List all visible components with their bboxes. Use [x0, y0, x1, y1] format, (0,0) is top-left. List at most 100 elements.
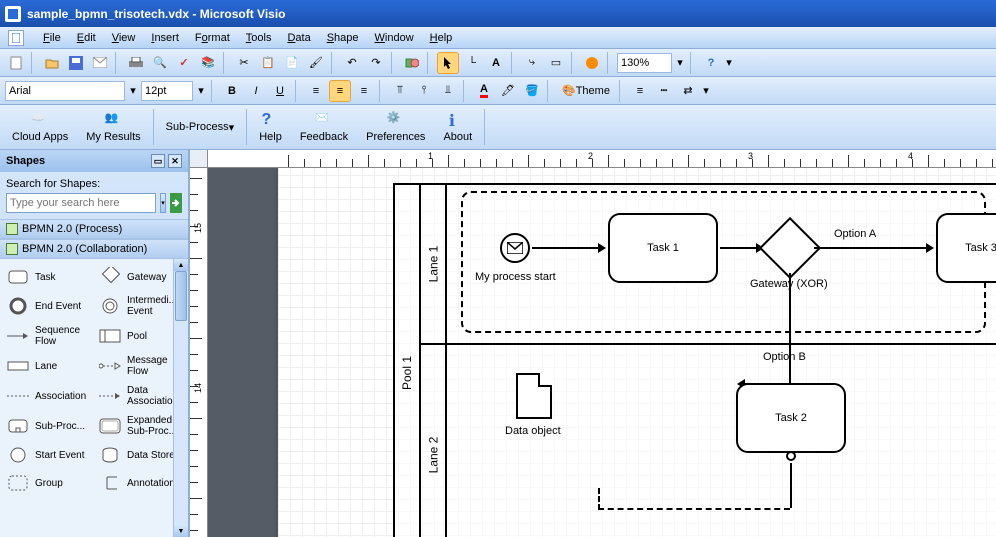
menu-file[interactable]: File	[36, 30, 68, 46]
sequence-flow-1[interactable]	[532, 247, 604, 249]
paste-button[interactable]: 📄	[281, 52, 303, 74]
zoom-select[interactable]	[617, 53, 672, 73]
align-left-button[interactable]: ≡	[305, 80, 327, 102]
shape-item[interactable]: End Event	[2, 291, 94, 321]
save-button[interactable]	[65, 52, 87, 74]
bpmn-task-1[interactable]: Task 1	[608, 213, 718, 283]
shapes-scrollbar[interactable]: ▲ ▼	[173, 259, 188, 537]
search-input[interactable]	[6, 193, 156, 213]
line-color-button[interactable]: 🖊	[497, 80, 519, 102]
rectangle-button[interactable]: ▭	[545, 52, 567, 74]
message-flow-b[interactable]	[598, 508, 790, 510]
stencil-collaboration[interactable]: BPMN 2.0 (Collaboration)	[0, 239, 188, 259]
document-icon[interactable]	[8, 30, 24, 46]
zoom-dropdown[interactable]: ▾	[674, 52, 686, 74]
align-bottom-button[interactable]: ⫫	[437, 80, 459, 102]
bpmn-group[interactable]	[461, 191, 986, 333]
toolbar-overflow-2[interactable]: ▾	[701, 80, 711, 102]
fill-color-button[interactable]: 🪣	[521, 80, 543, 102]
cloud-apps-button[interactable]: ☁️Cloud Apps	[3, 107, 77, 147]
cut-button[interactable]: ✂	[233, 52, 255, 74]
theme-button[interactable]: 🎨 Theme	[557, 80, 615, 102]
shape-item[interactable]: Sequence Flow	[2, 321, 94, 351]
align-middle-button[interactable]: ⫯	[413, 80, 435, 102]
bpmn-task-2[interactable]: Task 2	[736, 383, 846, 453]
drawing-page[interactable]: Pool 1 Lane 1 Lane 2 My process start Ta…	[278, 163, 996, 537]
align-center-button[interactable]: ≡	[329, 80, 351, 102]
text-tool-button[interactable]: A	[485, 52, 507, 74]
email-button[interactable]	[89, 52, 111, 74]
menu-insert[interactable]: Insert	[144, 30, 186, 46]
font-name-dropdown[interactable]: ▾	[127, 80, 139, 102]
panel-toggle-icon[interactable]: ▭	[151, 154, 165, 168]
sequence-flow-opt-a[interactable]	[814, 247, 932, 249]
shape-item[interactable]: Task	[2, 263, 94, 291]
bpmn-task-3[interactable]: Task 3	[936, 213, 996, 283]
sequence-flow-opt-b-v[interactable]	[789, 273, 791, 383]
spellcheck-button[interactable]: ✓	[173, 52, 195, 74]
font-name-select[interactable]	[5, 81, 125, 101]
shapes-button[interactable]	[401, 52, 423, 74]
shape-item[interactable]: Start Event	[2, 441, 94, 469]
align-right-button[interactable]: ≡	[353, 80, 375, 102]
print-preview-button[interactable]: 🔍	[149, 52, 171, 74]
bpmn-data-object[interactable]	[516, 373, 552, 419]
boundary-event[interactable]	[786, 451, 796, 461]
new-button[interactable]	[5, 52, 27, 74]
fill-button[interactable]	[581, 52, 603, 74]
line-weight-button[interactable]: ≡	[629, 80, 651, 102]
research-button[interactable]: 📚	[197, 52, 219, 74]
scroll-down-icon[interactable]: ▼	[174, 525, 188, 537]
my-results-button[interactable]: 👥My Results	[77, 107, 149, 147]
help-button[interactable]: ?	[700, 52, 722, 74]
menu-edit[interactable]: Edit	[70, 30, 103, 46]
shape-item[interactable]: Association	[2, 381, 94, 411]
connector-button[interactable]: ⤷	[521, 52, 543, 74]
panel-close-icon[interactable]: ✕	[168, 154, 182, 168]
connector-tool-button[interactable]: └	[461, 52, 483, 74]
menu-shape[interactable]: Shape	[320, 30, 366, 46]
shapes-panel: Shapes ▭ ✕ Search for Shapes: ▾ BPMN 2.0…	[0, 150, 190, 537]
font-color-button[interactable]: A	[473, 80, 495, 102]
italic-button[interactable]: I	[245, 80, 267, 102]
font-size-dropdown[interactable]: ▾	[195, 80, 207, 102]
message-flow-b-v[interactable]	[598, 488, 600, 510]
format-painter-button[interactable]: 🖌	[305, 52, 327, 74]
sub-process-button[interactable]: Sub-Process ▾	[157, 117, 244, 137]
shape-item[interactable]: Group	[2, 469, 94, 497]
menu-tools[interactable]: Tools	[239, 30, 279, 46]
shape-item[interactable]: Sub-Proc...	[2, 411, 94, 441]
search-go-button[interactable]	[170, 193, 182, 213]
scroll-thumb[interactable]	[175, 271, 187, 321]
bpmn-start-event[interactable]	[500, 233, 530, 263]
shape-item[interactable]: Lane	[2, 351, 94, 381]
underline-button[interactable]: U	[269, 80, 291, 102]
scroll-up-icon[interactable]: ▲	[174, 259, 188, 271]
feedback-button[interactable]: ✉️Feedback	[291, 107, 357, 147]
stencil-process[interactable]: BPMN 2.0 (Process)	[0, 219, 188, 239]
preferences-button[interactable]: ⚙️Preferences	[357, 107, 434, 147]
pointer-tool-button[interactable]	[437, 52, 459, 74]
bold-button[interactable]: B	[221, 80, 243, 102]
flow-task2-down[interactable]	[790, 463, 792, 508]
toolbar-overflow[interactable]: ▾	[724, 52, 734, 74]
menu-help[interactable]: Help	[423, 30, 460, 46]
undo-button[interactable]: ↶	[341, 52, 363, 74]
line-ends-button[interactable]: ⇄	[677, 80, 699, 102]
print-button[interactable]	[125, 52, 147, 74]
open-button[interactable]	[41, 52, 63, 74]
menu-view[interactable]: View	[105, 30, 143, 46]
ribbon-help-button[interactable]: ?Help	[250, 107, 291, 147]
font-size-select[interactable]	[141, 81, 193, 101]
align-top-button[interactable]: ⫪	[389, 80, 411, 102]
about-button[interactable]: ℹAbout	[434, 107, 481, 147]
canvas[interactable]: Pool 1 Lane 1 Lane 2 My process start Ta…	[208, 168, 996, 537]
copy-button[interactable]: 📋	[257, 52, 279, 74]
menu-data[interactable]: Data	[280, 30, 317, 46]
canvas-area[interactable]: 12345 151413 Pool 1 Lane 1 Lane 2	[190, 150, 996, 537]
menu-format[interactable]: Format	[188, 30, 237, 46]
redo-button[interactable]: ↷	[365, 52, 387, 74]
line-pattern-button[interactable]: ┅	[653, 80, 675, 102]
search-dropdown[interactable]: ▾	[160, 193, 166, 213]
menu-window[interactable]: Window	[368, 30, 421, 46]
